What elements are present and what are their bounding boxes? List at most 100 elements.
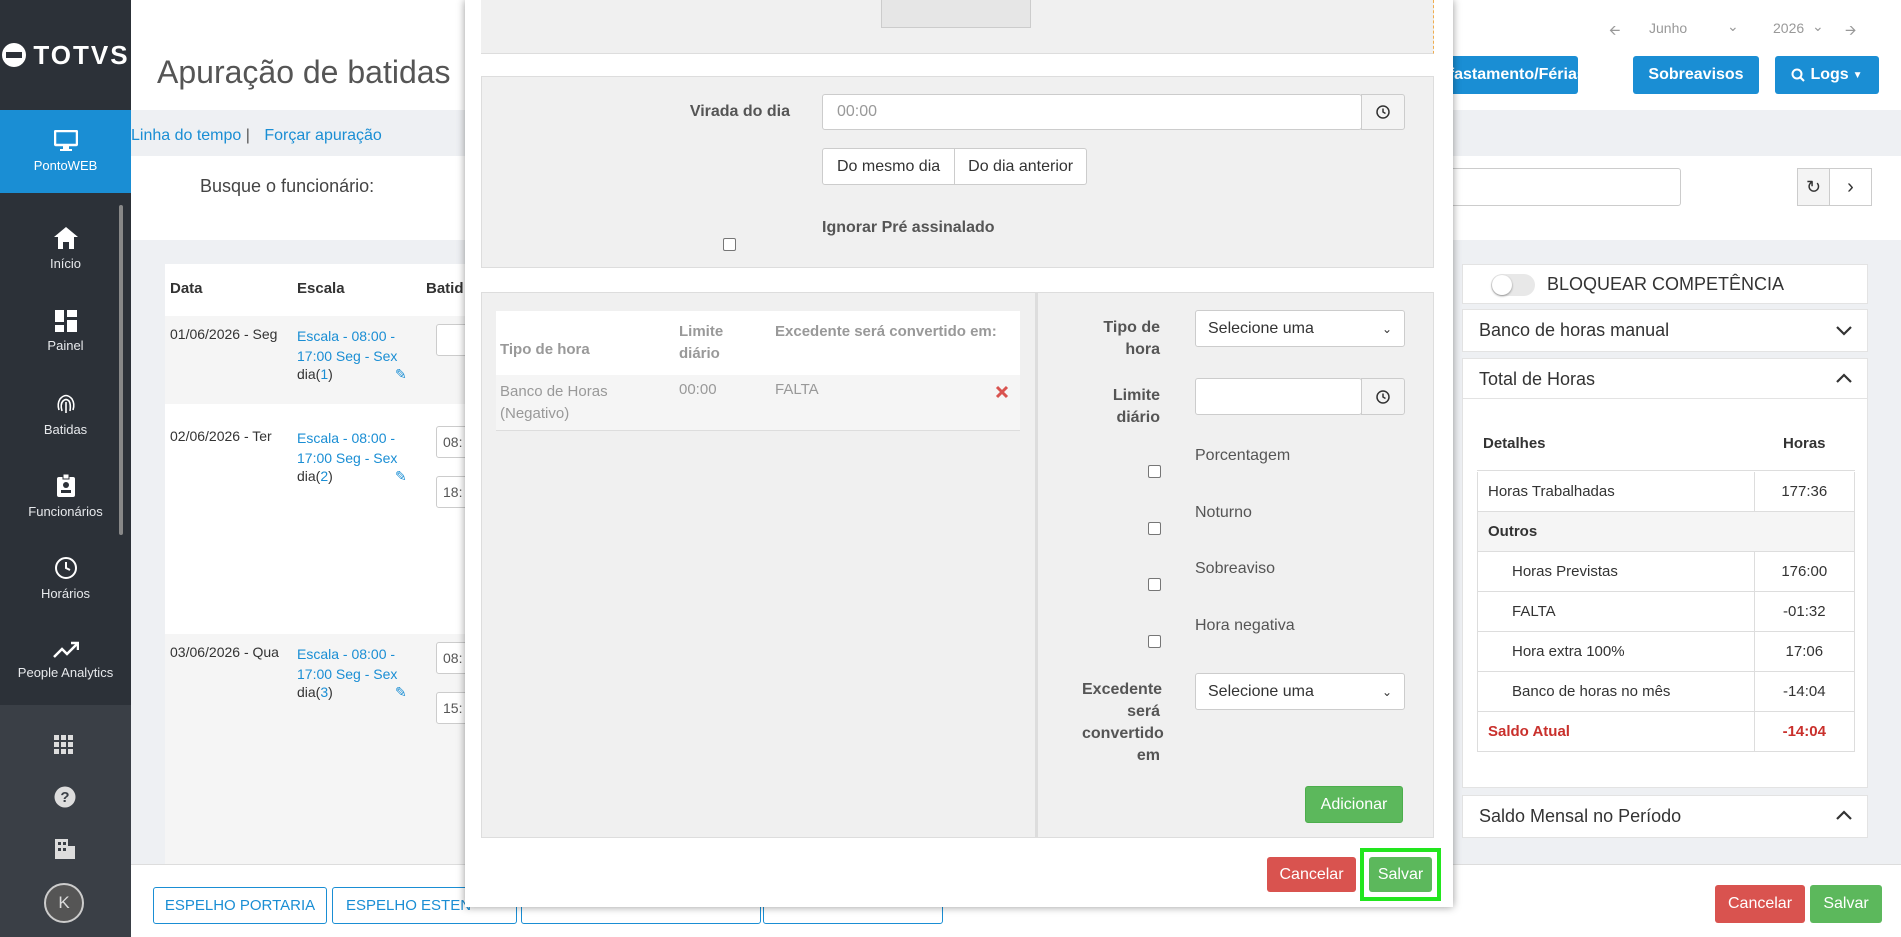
sidebar-item-inicio[interactable]: Início: [0, 207, 131, 289]
tipo-hora-section: Tipo de hora Limite diário Excedente ser…: [481, 292, 1434, 838]
modal-cancel-button[interactable]: Cancelar: [1267, 857, 1356, 892]
bloquear-toggle[interactable]: [1491, 274, 1535, 296]
totvs-logo-icon: [2, 43, 27, 67]
chevron-down-icon: ⌄: [1381, 321, 1392, 336]
help-icon[interactable]: ?: [54, 786, 76, 808]
bloquear-competencia-row: BLOQUEAR COMPETÊNCIA: [1462, 264, 1868, 304]
sobreavisos-button[interactable]: Sobreavisos: [1633, 56, 1759, 94]
select-value: Selecione uma: [1208, 319, 1314, 337]
year-select[interactable]: 2026: [1773, 20, 1804, 36]
tipo-hora-select[interactable]: Selecione uma ⌄: [1195, 310, 1405, 347]
saldo-mensal-accordion[interactable]: Saldo Mensal no Período: [1462, 795, 1868, 838]
accordion-title: Banco de horas manual: [1479, 320, 1670, 340]
col-detalhes: Detalhes: [1483, 435, 1546, 452]
time-picker-button[interactable]: [1361, 94, 1405, 130]
building-icon[interactable]: [54, 838, 76, 860]
save-button[interactable]: Salvar: [1810, 885, 1882, 923]
refresh-button[interactable]: ↻: [1797, 168, 1830, 206]
modal-top-placeholder: [881, 0, 1031, 28]
monitor-icon: [53, 130, 78, 151]
trend-icon: [52, 641, 79, 658]
table-row-group: Outros: [1477, 512, 1855, 552]
timeline-link[interactable]: Linha do tempo: [131, 127, 241, 144]
total-horas-header[interactable]: Total de Horas: [1463, 359, 1867, 399]
modal-save-button[interactable]: Salvar: [1369, 857, 1432, 892]
sidebar-scrollbar[interactable]: [119, 205, 123, 535]
sidebar-item-people-analytics[interactable]: People Analytics: [0, 619, 131, 701]
accordion-title: Saldo Mensal no Período: [1479, 806, 1682, 826]
sidebar-item-pontoweb[interactable]: PontoWEB: [0, 110, 131, 193]
table-row-total: Saldo Atual -14:04: [1477, 712, 1855, 752]
sidebar-item-batidas[interactable]: Batidas: [0, 373, 131, 455]
table-row: 01/06/2026 - Seg Escala - 08:00 - 17:00 …: [165, 316, 476, 404]
brand-logo[interactable]: TOTVS: [0, 0, 131, 110]
sidebar-item-funcionarios[interactable]: Funcionários: [0, 455, 131, 537]
limite-diario-input[interactable]: [1195, 378, 1362, 415]
logs-button[interactable]: Logs ▼: [1775, 56, 1879, 94]
ignorar-checkbox[interactable]: [723, 238, 736, 251]
arrow-left-icon[interactable]: 🡨: [1609, 20, 1620, 44]
select-value: Selecione uma: [1208, 682, 1314, 700]
escala-link[interactable]: Escala - 08:00 - 17:00 Seg - Sex: [297, 326, 402, 366]
edit-pencil-icon[interactable]: ✎: [395, 468, 407, 485]
chevron-down-icon[interactable]: ⌄: [1812, 18, 1824, 35]
link-separator: |: [245, 127, 255, 144]
forcar-apuracao-link[interactable]: Forçar apuração: [264, 127, 381, 144]
badge-icon: [56, 473, 75, 497]
table-row: 03/06/2026 - Qua Escala - 08:00 - 17:00 …: [165, 634, 476, 864]
chevron-down-icon: ⌄: [1381, 684, 1392, 699]
cancel-button[interactable]: Cancelar: [1715, 885, 1805, 923]
sidebar-item-label: Painel: [47, 337, 84, 353]
adicionar-button[interactable]: Adicionar: [1305, 786, 1403, 823]
page-title: Apuração de batidas: [157, 54, 451, 90]
porcentagem-label: Porcentagem: [1195, 447, 1291, 464]
remove-icon[interactable]: [995, 385, 1009, 399]
col-data: Data: [170, 280, 203, 297]
grid-col-limite: Limite diário: [679, 323, 724, 362]
clock-icon: [54, 556, 77, 579]
espelho-portaria-button[interactable]: ESPELHO PORTARIA: [153, 887, 327, 924]
escala-link[interactable]: Escala - 08:00 - 17:00 Seg - Sex: [297, 428, 402, 468]
chevron-down-icon[interactable]: ⌄: [1727, 18, 1739, 35]
next-button[interactable]: ›: [1829, 168, 1872, 206]
excedente-select[interactable]: Selecione uma ⌄: [1195, 673, 1405, 710]
sidebar-item-label: People Analytics: [17, 664, 114, 680]
accordion-title: Total de Horas: [1479, 369, 1596, 389]
table-row: Horas Previstas 176:00: [1477, 552, 1855, 592]
row-date: 02/06/2026 - Ter: [170, 428, 272, 444]
sidebar-item-horarios[interactable]: Horários: [0, 537, 131, 619]
row-date: 01/06/2026 - Seg: [170, 326, 278, 342]
grid-cell-excedente: FALTA: [775, 381, 819, 398]
edit-pencil-icon[interactable]: ✎: [395, 684, 407, 701]
noturno-checkbox[interactable]: [1148, 522, 1161, 535]
apps-grid-icon[interactable]: [54, 735, 74, 755]
row-dia: dia(1): [297, 366, 333, 382]
sobreaviso-checkbox[interactable]: [1148, 578, 1161, 591]
hora-negativa-checkbox[interactable]: [1148, 635, 1161, 648]
hora-negativa-label: Hora negativa: [1195, 617, 1295, 634]
chevron-down-icon: [1836, 326, 1852, 336]
col-batidas: Batid: [426, 280, 464, 297]
virada-input[interactable]: 00:00: [822, 94, 1362, 130]
row-dia: dia(2): [297, 468, 333, 484]
time-picker-button[interactable]: [1361, 378, 1405, 415]
modal-top-section: [481, 0, 1434, 54]
grid-col-excedente: Excedente será convertido em:: [775, 323, 997, 340]
sidebar-item-painel[interactable]: Painel: [0, 290, 131, 372]
do-mesmo-dia-button[interactable]: Do mesmo dia: [822, 148, 956, 185]
table-row: Horas Trabalhadas 177:36: [1477, 472, 1855, 512]
row-label: Hora extra 100%: [1478, 632, 1755, 671]
limite-diario-label: Limite diário: [1112, 387, 1160, 426]
month-select[interactable]: Junho: [1649, 20, 1687, 36]
banco-horas-manual-accordion[interactable]: Banco de horas manual: [1462, 309, 1868, 352]
afastamento-ferias-button[interactable]: Afastamento/Férias: [1437, 56, 1586, 94]
escala-link[interactable]: Escala - 08:00 - 17:00 Seg - Sex: [297, 644, 402, 684]
porcentagem-checkbox[interactable]: [1148, 465, 1161, 478]
avatar[interactable]: K: [44, 883, 84, 923]
arrow-right-icon[interactable]: 🡪: [1845, 20, 1856, 44]
search-label: Busque o funcionário:: [200, 176, 375, 196]
edit-pencil-icon[interactable]: ✎: [395, 366, 407, 383]
do-dia-anterior-button[interactable]: Do dia anterior: [955, 148, 1088, 185]
grid-cell-tipo: Banco de Horas (Negativo): [500, 383, 608, 422]
row-value: -01:32: [1783, 603, 1826, 620]
